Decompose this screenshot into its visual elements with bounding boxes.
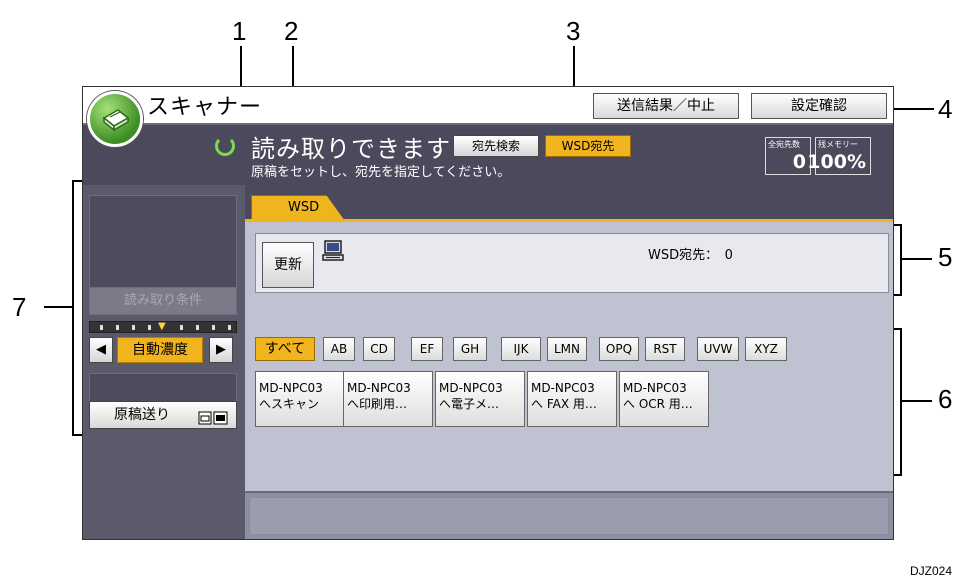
filter-ijk[interactable]: IJK — [501, 337, 541, 361]
read-conditions-button[interactable]: 読み取り条件 — [89, 287, 237, 315]
auto-density-button[interactable]: 自動濃度 — [117, 337, 203, 363]
bracket-7-h — [44, 306, 74, 308]
filter-lmn[interactable]: LMN — [547, 337, 587, 361]
figure-id: DJZ024 — [910, 564, 953, 578]
bracket-6-v — [900, 328, 902, 476]
top-bar: スキャナー 送信結果／中止 設定確認 — [83, 87, 893, 126]
density-marker-icon: ▼ — [158, 321, 166, 332]
destination-button[interactable]: MD-NPC03 へ電子メ… — [435, 371, 525, 427]
wsd-panel: 更新 WSD宛先： 0 — [255, 233, 889, 293]
bracket-6-h — [900, 400, 932, 402]
status-sub-text: 原稿をセットし、宛先を指定してください。 — [251, 165, 511, 180]
filter-gh[interactable]: GH — [453, 337, 487, 361]
ready-spinner-icon — [215, 136, 235, 156]
filter-xyz[interactable]: XYZ — [745, 337, 787, 361]
original-feed-label: 原稿送り — [114, 407, 170, 423]
main-area: WSD 更新 WSD宛先： 0 すべて AB CD EF GH IJK LMN — [245, 185, 893, 539]
callout-5: 5 — [938, 242, 953, 272]
destination-line1: MD-NPC03 — [347, 381, 411, 395]
status-main-text: 読み取りできます — [251, 135, 451, 163]
bracket-5-v — [900, 224, 902, 296]
callout-6: 6 — [938, 384, 953, 414]
left-sidebar: 読み取り条件 ▼ ◀ 自動濃度 ▶ 原稿送り — [83, 185, 245, 539]
filter-rst[interactable]: RST — [645, 337, 685, 361]
wsd-dest-count: WSD宛先： 0 — [648, 248, 733, 263]
refresh-button[interactable]: 更新 — [262, 242, 314, 288]
dest-search-button[interactable]: 宛先検索 — [453, 135, 539, 157]
memory-value: 100% — [807, 151, 866, 173]
destination-line2: へ FAX 用… — [531, 397, 597, 411]
scanner-screen: スキャナー 送信結果／中止 設定確認 読み取りできます 原稿をセットし、宛先を指… — [82, 86, 894, 540]
destination-line1: MD-NPC03 — [439, 381, 503, 395]
destination-line2: へ印刷用… — [347, 397, 408, 411]
destination-line2: へスキャン — [259, 397, 320, 411]
scanner-logo-icon — [87, 91, 143, 147]
bracket-5-h — [900, 258, 932, 260]
total-dest-label: 全宛先数 — [768, 140, 800, 149]
destination-button[interactable]: MD-NPC03 へ FAX 用… — [527, 371, 617, 427]
total-dest-counter: 全宛先数 0 — [765, 137, 811, 175]
density-lighter-button[interactable]: ◀ — [89, 337, 113, 363]
callout-2: 2 — [284, 16, 299, 46]
callout-7: 7 — [12, 292, 27, 322]
filter-ab[interactable]: AB — [323, 337, 355, 361]
wsd-dest-button[interactable]: WSD宛先 — [545, 135, 631, 157]
sidebar-panel-2 — [89, 373, 237, 403]
settings-confirm-button[interactable]: 設定確認 — [751, 93, 887, 119]
send-result-cancel-button[interactable]: 送信結果／中止 — [593, 93, 739, 119]
bottom-bar — [245, 491, 893, 539]
destination-line1: MD-NPC03 — [623, 381, 687, 395]
filter-uvw[interactable]: UVW — [697, 337, 739, 361]
app-title: スキャナー — [147, 95, 263, 120]
tab-wsd[interactable]: WSD — [251, 195, 345, 221]
destination-line2: へ電子メ… — [439, 397, 500, 411]
memory-label: 残メモリー — [818, 140, 858, 149]
filter-opq[interactable]: OPQ — [599, 337, 639, 361]
density-scale: ▼ — [89, 321, 237, 333]
destination-line1: MD-NPC03 — [259, 381, 323, 395]
memory-counter: 残メモリー 100% — [807, 137, 871, 175]
computer-icon — [322, 240, 344, 266]
original-feed-icon — [198, 408, 228, 434]
callout-3: 3 — [566, 16, 581, 46]
filter-all[interactable]: すべて — [255, 337, 315, 361]
callout-4: 4 — [938, 94, 953, 124]
message-area — [249, 497, 889, 535]
status-header: 読み取りできます 原稿をセットし、宛先を指定してください。 宛先検索 WSD宛先… — [83, 125, 893, 185]
tab-underline — [245, 219, 893, 222]
destination-line1: MD-NPC03 — [531, 381, 595, 395]
destination-line2: へ OCR 用… — [623, 397, 693, 411]
filter-ef[interactable]: EF — [411, 337, 443, 361]
destination-button[interactable]: MD-NPC03 へ印刷用… — [343, 371, 433, 427]
density-darker-button[interactable]: ▶ — [209, 337, 233, 363]
total-dest-value: 0 — [792, 151, 806, 173]
original-feed-button[interactable]: 原稿送り — [89, 401, 237, 429]
bracket-7-v — [72, 180, 74, 436]
filter-cd[interactable]: CD — [363, 337, 395, 361]
destination-button[interactable]: MD-NPC03 へ OCR 用… — [619, 371, 709, 427]
callout-1: 1 — [232, 16, 247, 46]
destination-button[interactable]: MD-NPC03 へスキャン — [255, 371, 345, 427]
tab-row: WSD — [245, 185, 893, 221]
